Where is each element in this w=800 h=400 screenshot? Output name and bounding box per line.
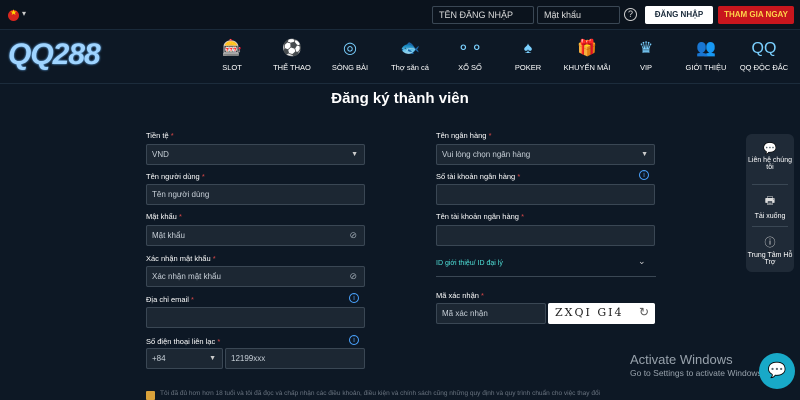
chevron-down-icon[interactable]: ⌄ <box>638 256 646 267</box>
confirm-password-label: Xác nhận mật khẩu * <box>146 254 216 263</box>
phone-label: Số điện thoại liên lạc * <box>146 337 221 346</box>
info-icon: ⓘ <box>764 237 776 249</box>
nav-item-casino[interactable]: ◎ SÒNG BÀI <box>320 38 380 72</box>
top-bar: ▾ TÊN ĐĂNG NHẬP Mật khẩu ? ĐĂNG NHẬP THA… <box>0 0 800 30</box>
username-login-input[interactable]: TÊN ĐĂNG NHẬP <box>432 6 534 24</box>
account-name-label: Tên tài khoản ngân hàng * <box>436 212 524 221</box>
gift-icon: 🎁 <box>577 40 597 57</box>
referral-icon: 👥 <box>696 40 716 57</box>
nav-item-vip[interactable]: ♛ VIP <box>616 38 676 72</box>
terms-checkbox[interactable] <box>146 391 155 400</box>
nav-item-lottery[interactable]: ⚬⚬ XỔ SỐ <box>440 38 500 72</box>
casino-icon: ◎ <box>343 40 357 57</box>
jackpot-icon: QQ <box>751 40 777 57</box>
divider <box>752 184 788 185</box>
crown-icon: ♛ <box>638 40 654 57</box>
info-icon[interactable]: i <box>639 170 649 180</box>
captcha-image: ZXQI GI4 ↻ <box>548 303 655 324</box>
email-label: Địa chỉ email * <box>146 295 194 304</box>
nav-item-jackpot[interactable]: QQ QQ ĐỘC ĐẮC <box>734 38 794 72</box>
phone-input[interactable]: 12199xxx <box>225 348 365 369</box>
chevron-down-icon[interactable]: ▾ <box>22 9 26 18</box>
chat-bubble-icon: 💬 <box>763 143 777 155</box>
country-code-select[interactable]: +84 ▼ <box>146 348 223 369</box>
captcha-input[interactable]: Mã xác nhận <box>436 303 546 324</box>
account-name-input[interactable] <box>436 225 655 246</box>
refresh-icon[interactable]: ↻ <box>639 305 649 319</box>
side-panel: 💬 Liên hệ chúng tôi 🖶 Tải xuống ⓘ Trung … <box>746 134 794 272</box>
qq288-logo[interactable]: QQ288 <box>8 38 101 72</box>
info-icon[interactable]: i <box>349 335 359 345</box>
help-icon[interactable]: ? <box>624 8 637 21</box>
bank-select[interactable]: Vui lòng chọn ngân hàng ▼ <box>436 144 655 165</box>
password-input[interactable]: Mật khẩu ⊘ <box>146 225 365 246</box>
live-chat-icon[interactable]: 💬 <box>759 353 795 389</box>
info-icon[interactable]: i <box>349 293 359 303</box>
download-button[interactable]: 🖶 Tải xuống <box>746 192 794 220</box>
page-title: Đăng ký thành viên <box>331 90 469 107</box>
eye-slash-icon[interactable]: ⊘ <box>349 271 357 282</box>
divider <box>436 276 656 277</box>
password-login-input[interactable]: Mật khẩu <box>537 6 620 24</box>
cards-icon: ♠ <box>523 40 533 57</box>
password-label: Mật khẩu * <box>146 212 182 221</box>
username-input[interactable]: Tên người dùng <box>146 184 365 205</box>
login-button[interactable]: ĐĂNG NHẬP <box>645 6 713 24</box>
eye-slash-icon[interactable]: ⊘ <box>349 230 357 241</box>
caret-down-icon: ▼ <box>641 151 648 158</box>
referral-toggle[interactable]: ID giới thiệu/ ID đại lý <box>436 260 503 267</box>
activate-windows-title: Activate Windows <box>630 352 733 367</box>
currency-select[interactable]: VND ▼ <box>146 144 365 165</box>
nav-item-promotions[interactable]: 🎁 KHUYẾN MÃI <box>557 38 617 72</box>
nav-item-poker[interactable]: ♠ POKER <box>498 38 558 72</box>
slot-machine-icon: 🎰 <box>222 40 242 57</box>
email-input[interactable] <box>146 307 365 328</box>
confirm-password-input[interactable]: Xác nhận mật khẩu ⊘ <box>146 266 365 287</box>
main-navbar: QQ288 🎰 SLOT ⚽ THỂ THAO ◎ SÒNG BÀI 🐟 Thợ… <box>0 30 800 84</box>
nav-item-sports[interactable]: ⚽ THỂ THAO <box>262 38 322 72</box>
join-now-button[interactable]: THAM GIA NGAY <box>718 6 794 24</box>
terms-text: Tôi đã đủ hơn hơn 18 tuổi và tôi đã đọc … <box>160 390 601 397</box>
username-label: Tên người dùng * <box>146 172 205 181</box>
lottery-icon: ⚬⚬ <box>456 40 484 57</box>
captcha-label: Mã xác nhận * <box>436 291 484 300</box>
caret-down-icon: ▼ <box>209 355 216 362</box>
contact-us-button[interactable]: 💬 Liên hệ chúng tôi <box>746 142 794 171</box>
sports-icon: ⚽ <box>282 40 302 57</box>
account-number-label: Số tài khoản ngân hàng * <box>436 172 521 181</box>
vietnam-flag-icon[interactable] <box>8 8 19 21</box>
bank-name-label: Tên ngân hàng * <box>436 131 492 140</box>
nav-item-slot[interactable]: 🎰 SLOT <box>202 38 262 72</box>
support-center-button[interactable]: ⓘ Trung Tâm Hỗ Trợ <box>746 234 794 266</box>
nav-item-fishing[interactable]: 🐟 Thợ săn cá <box>380 38 440 72</box>
download-icon: 🖶 <box>764 195 776 207</box>
fish-icon: 🐟 <box>400 40 420 57</box>
account-number-input[interactable] <box>436 184 655 205</box>
activate-windows-subtitle: Go to Settings to activate Windows. <box>630 368 765 378</box>
caret-down-icon: ▼ <box>351 151 358 158</box>
divider <box>752 226 788 227</box>
currency-label: Tiền tệ * <box>146 131 174 140</box>
nav-item-referral[interactable]: 👥 GIỚI THIỆU <box>676 38 736 72</box>
